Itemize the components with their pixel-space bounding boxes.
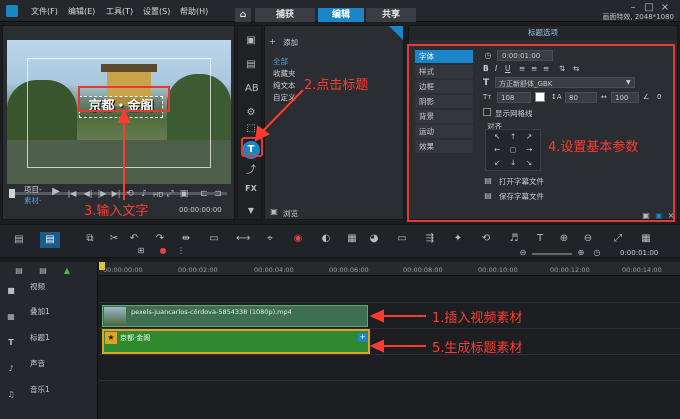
annotation-step1: 1.插入视频素材 [432,311,523,326]
annotation-step2: 2.点击标题 [304,78,369,93]
arrow-step2 [261,89,304,133]
annotation-step5: 5.生成标题素材 [432,341,523,356]
arrow-step1-head [369,309,384,323]
arrow-step5-head [369,339,384,353]
arrow-step3-head [117,108,131,123]
annotation-step4: 4.设置基本参数 [548,140,639,155]
annotation-step3: 3.输入文字 [84,204,149,219]
